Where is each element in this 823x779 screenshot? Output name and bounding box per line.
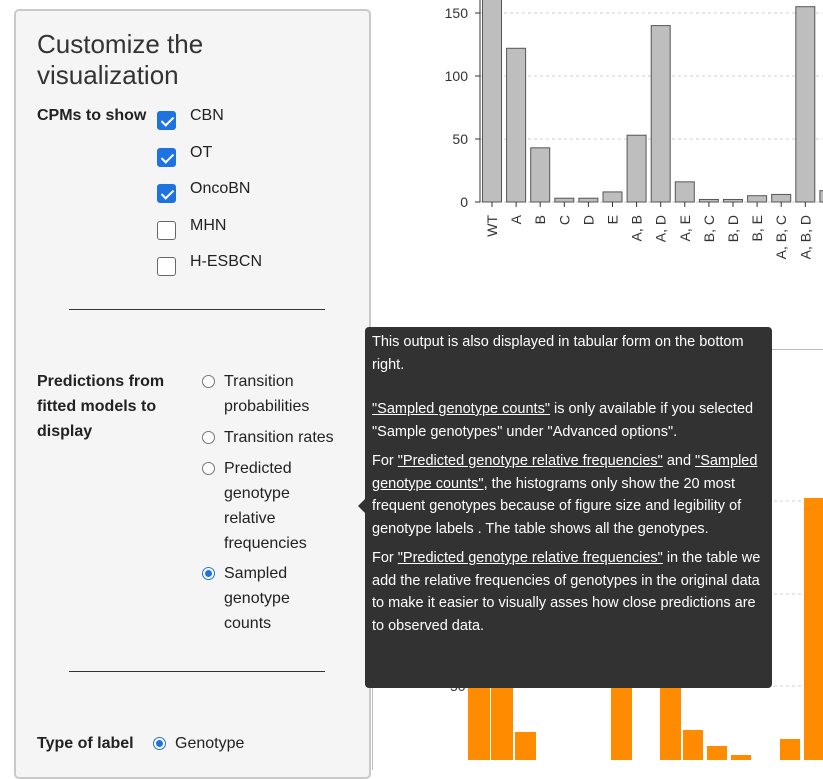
label-type-label: Type of label [37,735,134,752]
bar [554,197,575,203]
genotype-label: Genotype [175,735,245,752]
x-tick-label: B, E [749,215,765,241]
panel-title: Customize the visualization [37,29,204,90]
predictions-label: Predictions from fitted models to displa… [37,373,165,440]
bar [491,680,513,760]
sampled-counts-radio[interactable] [202,567,215,580]
divider [69,309,325,310]
bar [795,6,816,203]
customize-panel: Customize the visualization CPMs to show… [14,9,371,779]
bar [707,746,727,760]
transition-probabilities-radio[interactable] [202,375,215,388]
bar [602,191,623,203]
tooltip-paragraph: "Sampled genotype counts" is only availa… [372,398,765,443]
x-tick-label: A, B, D [797,215,813,259]
x-tick-label: A, D [653,215,669,242]
cbn-label: CBN [190,107,224,124]
tooltip-text: For [372,453,398,469]
transition-rates-radio[interactable] [202,431,215,444]
predicted-frequencies-radio[interactable] [202,462,215,475]
y-tick-label: 100 [445,68,469,84]
bar [674,181,695,203]
tooltip-text: For [372,550,398,566]
help-tooltip: This output is also displayed in tabular… [358,327,772,688]
x-tick-label: A [508,214,524,224]
bar [468,680,490,760]
bar [731,755,751,760]
oncobn-label: OncoBN [190,180,251,197]
bar [626,134,647,203]
x-tick-label: B, D [725,215,741,242]
x-tick-label: E [605,215,621,224]
bar [578,197,599,203]
cpms-label: CPMs to show [37,107,147,124]
bar [771,193,792,203]
genotype-radio[interactable] [153,737,166,750]
y-tick-label: 50 [452,131,468,147]
tooltip-link[interactable]: "Predicted genotype relative frequencies… [398,550,663,566]
bar [506,47,527,203]
x-tick-label: A, B [629,215,645,241]
x-tick-label: A, E [677,215,693,241]
cbn-checkbox[interactable] [157,111,176,130]
bar [611,680,632,760]
x-tick-label: B [532,215,548,224]
mhn-checkbox[interactable] [157,221,176,240]
bar [660,680,681,760]
bar [804,498,823,760]
bar [747,195,768,203]
x-tick-label: C [556,215,572,225]
tooltip-paragraph: For "Predicted genotype relative frequen… [372,450,765,540]
bar [650,25,671,203]
bar [698,198,719,203]
bar [482,0,502,203]
y-tick-label: 150 [445,5,469,21]
bar [683,730,703,760]
hesbcn-label: H-ESBCN [190,253,263,270]
bar [723,198,743,203]
x-tick-label: B, C [701,215,717,242]
tooltip-paragraph: For "Predicted genotype relative frequen… [372,547,765,637]
divider [69,671,325,672]
transition-probabilities-label: Transition probabilities [224,373,310,415]
tooltip-link[interactable]: "Sampled genotype counts" [372,401,550,417]
x-tick-label: A, B, C [773,215,789,259]
tooltip-text: and [662,453,696,469]
transition-rates-label: Transition rates [224,429,334,446]
mhn-label: MHN [190,217,227,234]
y-tick-label: 0 [460,194,468,210]
tooltip-paragraph: This output is also displayed in tabular… [372,334,744,373]
ot-label: OT [190,144,213,161]
sampled-counts-label: Sampled genotype counts [224,565,290,632]
hesbcn-checkbox[interactable] [157,257,176,276]
oncobn-checkbox[interactable] [157,184,176,203]
tooltip-link[interactable]: "Predicted genotype relative frequencies… [398,453,663,469]
bar [530,147,551,203]
genotype-counts-chart: 0 50 100 150 WT A B C D E A, B A, D A, E B, C B, D B, E… [445,0,823,259]
x-tick-label: WT [484,215,500,237]
x-tick-label: D [580,215,596,225]
predicted-frequencies-label: Predicted genotype relative frequencies [224,460,307,552]
bar [515,732,536,760]
ot-checkbox[interactable] [157,148,176,167]
